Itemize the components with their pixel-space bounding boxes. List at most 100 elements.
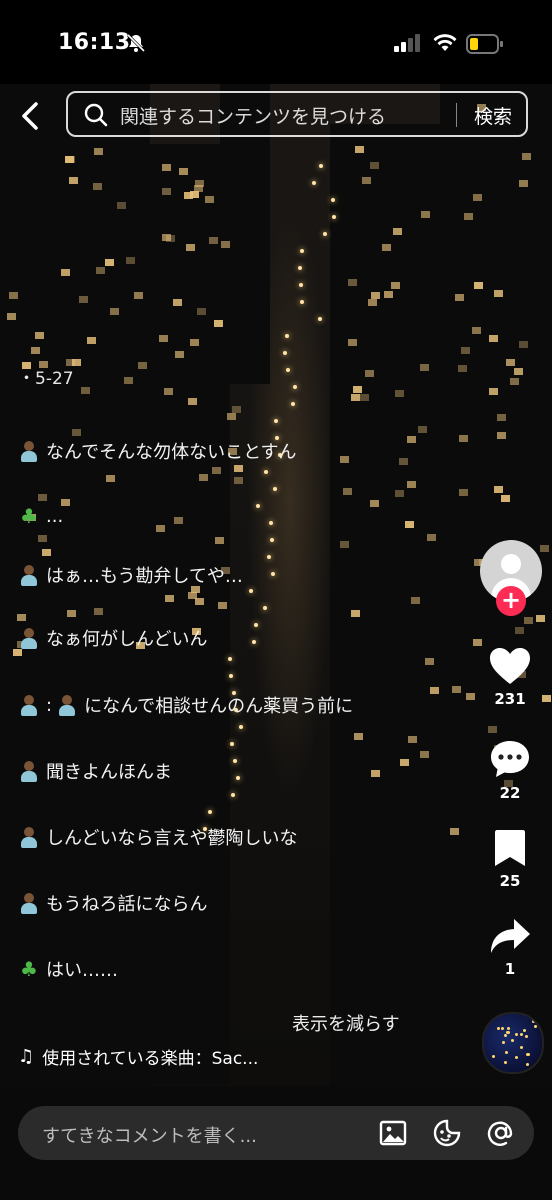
window-light	[521, 153, 531, 161]
chevron-left-icon[interactable]	[14, 98, 50, 134]
window-light	[188, 397, 198, 405]
caption-line-text: もうねろ話にならん	[46, 894, 208, 915]
share-button[interactable]: 1	[478, 916, 542, 978]
window-light	[214, 319, 224, 327]
comment-bubble-icon[interactable]	[488, 738, 532, 780]
window-light	[231, 406, 241, 414]
share-count: 1	[504, 960, 516, 978]
image-icon[interactable]	[378, 1118, 408, 1148]
like-button[interactable]: 231	[478, 646, 542, 708]
music-label[interactable]: ♫ 使用されている楽曲：Sac...	[18, 1044, 258, 1069]
disc-star	[520, 1046, 524, 1050]
bookmark-button[interactable]: 25	[478, 828, 542, 890]
window-light	[163, 388, 173, 396]
window-light	[370, 500, 380, 508]
window-light	[472, 638, 482, 646]
smiley-sticker-icon[interactable]	[432, 1118, 462, 1148]
disc-star	[505, 1050, 509, 1054]
street-light	[230, 742, 235, 746]
window-light	[37, 534, 47, 542]
search-placeholder[interactable]: 関連するコンテンツを見つける	[120, 102, 386, 129]
person-emoji-icon	[18, 694, 40, 716]
window-light	[161, 233, 171, 241]
window-light	[371, 292, 381, 300]
share-arrow-icon[interactable]	[488, 916, 532, 956]
street-light	[300, 249, 305, 253]
person-emoji-icon	[18, 564, 40, 586]
cellular-signal-icon	[394, 34, 420, 52]
street-light	[230, 793, 235, 797]
comment-count: 22	[499, 784, 521, 802]
person-emoji-icon	[18, 440, 40, 462]
window-light	[96, 266, 106, 274]
window-light	[221, 241, 231, 249]
window-light	[458, 364, 468, 372]
window-light	[138, 362, 148, 370]
window-light	[514, 627, 524, 635]
show-less-button[interactable]: 表示を減らす	[292, 1010, 400, 1036]
at-icon[interactable]	[486, 1118, 516, 1148]
heart-icon[interactable]	[488, 646, 532, 686]
building-silhouette	[330, 124, 440, 1086]
caption-line: はぁ…もう勘弁してや…	[18, 562, 243, 588]
caption-line: しんどいなら言えや鬱陶しいな	[18, 824, 297, 850]
window-light	[497, 414, 507, 422]
search-button[interactable]: 検索	[474, 102, 512, 129]
window-light	[450, 828, 460, 836]
window-light	[161, 187, 171, 195]
disc-star	[510, 1039, 514, 1043]
disc-star	[506, 1026, 510, 1030]
bottom-bar: すてきなコメントを書く...	[0, 1086, 552, 1200]
clover-emoji-icon	[18, 958, 40, 980]
window-light	[471, 327, 481, 335]
bookmark-icon[interactable]	[493, 828, 527, 868]
follow-plus-button[interactable]: +	[496, 586, 526, 616]
window-light	[489, 335, 499, 343]
window-light	[215, 537, 225, 545]
window-light	[400, 758, 410, 766]
comment-input[interactable]: すてきなコメントを書く...	[18, 1106, 534, 1160]
window-light	[68, 176, 78, 184]
window-light	[460, 346, 470, 354]
window-light	[42, 548, 52, 556]
music-label-text[interactable]: 使用されている楽曲：Sac...	[42, 1044, 258, 1069]
building-silhouette	[150, 144, 230, 1084]
window-light	[519, 180, 529, 188]
comment-button[interactable]: 22	[478, 738, 542, 802]
window-light	[352, 385, 362, 393]
window-light	[392, 228, 402, 236]
top-bar: 関連するコンテンツを見つける 検索	[0, 84, 552, 148]
window-light	[155, 524, 165, 532]
caption-line-text: はぁ…もう勘弁してや…	[46, 566, 243, 587]
window-light	[164, 594, 174, 602]
caption-line-text: :	[46, 694, 53, 716]
window-light	[190, 338, 200, 346]
window-light	[209, 236, 219, 244]
window-light	[340, 455, 349, 463]
window-light	[360, 393, 370, 401]
disc-star	[531, 1020, 535, 1024]
comment-placeholder[interactable]: すてきなコメントを書く...	[42, 1122, 257, 1148]
street-light	[319, 164, 323, 168]
music-disc[interactable]	[482, 1012, 544, 1074]
window-light	[37, 493, 47, 501]
street-light	[299, 283, 304, 287]
disc-star	[496, 1027, 500, 1031]
window-light	[34, 332, 44, 340]
search-bar[interactable]: 関連するコンテンツを見つける 検索	[66, 91, 528, 137]
window-light	[351, 393, 361, 401]
caption-line: : になんで相談せんのん薬買う前に	[18, 692, 353, 718]
window-light	[473, 281, 483, 289]
caption-line-text: ...	[46, 505, 64, 527]
window-light	[364, 369, 374, 377]
window-light	[79, 295, 89, 303]
window-light	[67, 609, 77, 617]
music-note-icon: ♫	[18, 1046, 35, 1067]
window-light	[361, 176, 371, 184]
wifi-icon	[433, 34, 457, 51]
window-light	[109, 307, 119, 315]
window-light	[406, 435, 416, 443]
window-light	[500, 494, 510, 502]
window-light	[204, 196, 214, 204]
window-light	[194, 598, 204, 606]
